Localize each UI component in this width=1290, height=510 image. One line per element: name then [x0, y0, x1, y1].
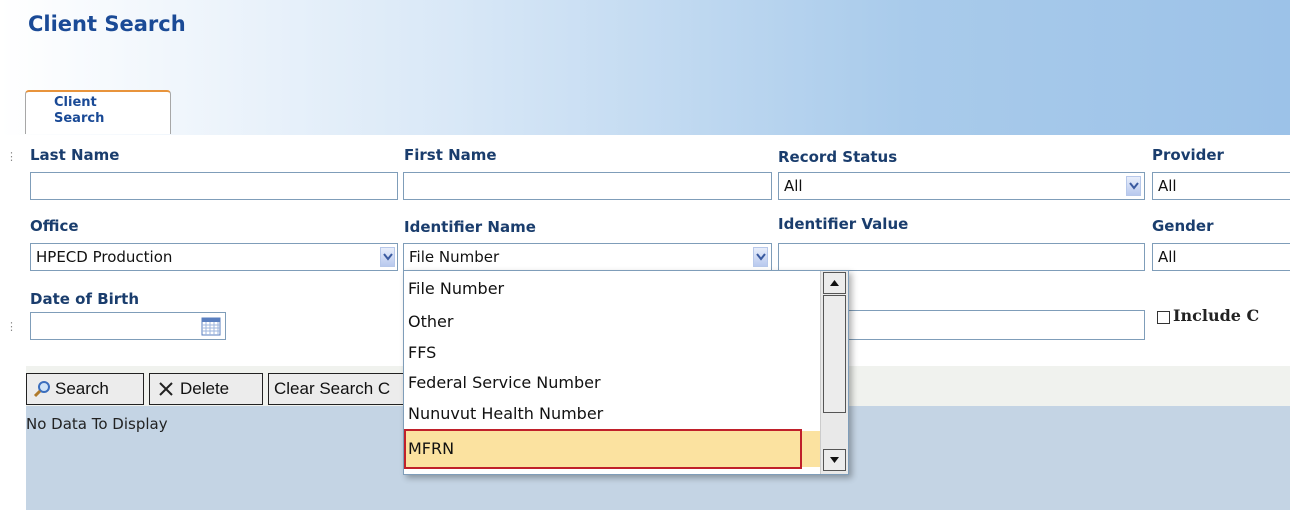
dropdown-option[interactable]: Nunuvut Health Number — [404, 398, 820, 430]
date-of-birth-label: Date of Birth — [30, 290, 140, 308]
selection-highlight-box — [404, 429, 802, 469]
dropdown-option[interactable]: File Number — [404, 273, 820, 305]
include-label: Include C — [1173, 306, 1260, 325]
scroll-down-button[interactable] — [823, 449, 846, 471]
chevron-down-icon[interactable] — [1126, 176, 1141, 196]
first-name-input[interactable] — [403, 172, 772, 200]
calendar-icon[interactable] — [201, 316, 221, 340]
resize-handle[interactable]: ⋮ — [6, 320, 17, 333]
tab-label: Client Search — [54, 95, 105, 126]
clear-search-button[interactable]: Clear Search C — [268, 373, 406, 405]
office-select[interactable]: HPECD Production — [30, 243, 398, 271]
page-header — [0, 0, 1290, 135]
include-checkbox-row[interactable]: Include C — [1157, 306, 1290, 330]
provider-select[interactable]: All — [1152, 172, 1290, 200]
date-of-birth-input[interactable] — [30, 312, 226, 340]
gender-label: Gender — [1152, 217, 1214, 235]
identifier-value-label: Identifier Value — [778, 215, 909, 233]
last-name-input[interactable] — [30, 172, 398, 200]
delete-button[interactable]: Delete — [149, 373, 263, 405]
provider-label: Provider — [1152, 146, 1224, 164]
last-name-label: Last Name — [30, 146, 120, 164]
chevron-down-icon[interactable] — [753, 247, 768, 267]
office-label: Office — [30, 217, 79, 235]
dropdown-option[interactable]: Federal Service Number — [404, 367, 820, 399]
tab-client-search[interactable]: Client Search — [25, 90, 171, 134]
first-name-label: First Name — [404, 146, 497, 164]
gender-select[interactable]: All — [1152, 243, 1290, 271]
identifier-name-select[interactable]: File Number — [403, 243, 772, 271]
dropdown-option[interactable]: FFS — [404, 337, 820, 369]
dropdown-option[interactable]: Other — [404, 306, 820, 338]
include-checkbox[interactable] — [1157, 311, 1170, 324]
scroll-up-button[interactable] — [823, 272, 846, 294]
identifier-value-input[interactable] — [778, 243, 1145, 271]
dropdown-scrollbar[interactable] — [820, 271, 848, 474]
x-icon — [158, 381, 174, 402]
identifier-name-dropdown-list[interactable]: File Number Other FFS Federal Service Nu… — [403, 270, 849, 475]
no-data-text: No Data To Display — [26, 415, 168, 433]
page-title: Client Search — [28, 12, 186, 36]
resize-handle[interactable]: ⋮ — [6, 150, 17, 163]
magnifier-icon — [33, 380, 51, 403]
scrollbar-thumb[interactable] — [823, 295, 846, 413]
identifier-name-label: Identifier Name — [404, 218, 536, 236]
record-status-label: Record Status — [778, 148, 898, 166]
chevron-down-icon[interactable] — [380, 247, 395, 267]
record-status-select[interactable]: All — [778, 172, 1145, 200]
search-button[interactable]: Search — [26, 373, 144, 405]
